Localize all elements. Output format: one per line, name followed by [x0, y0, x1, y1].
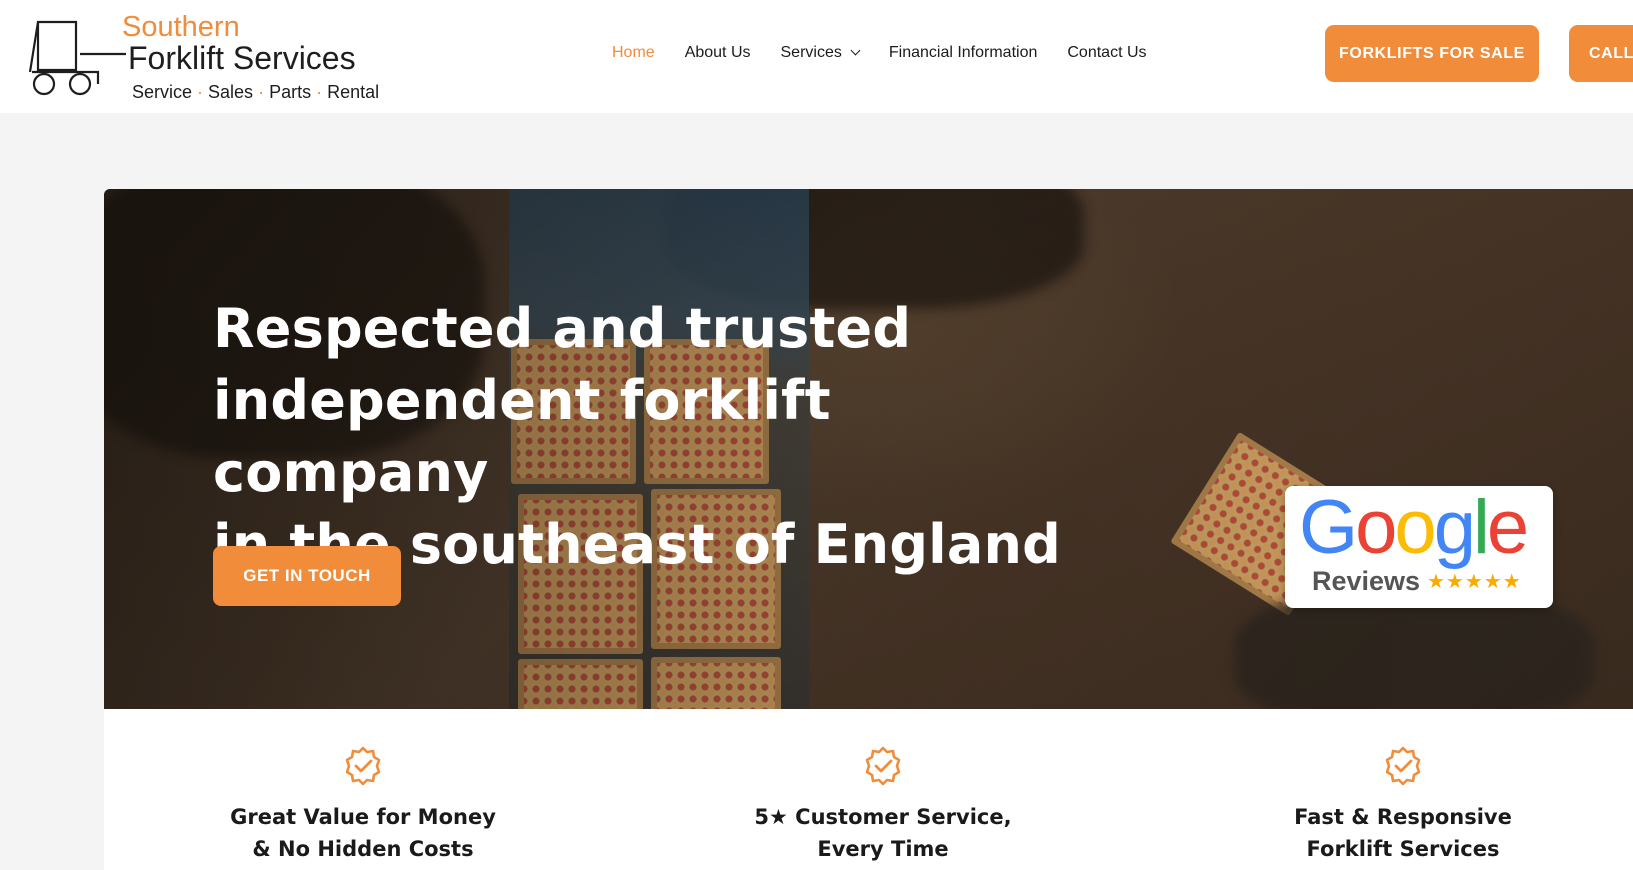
site-header: Southern Forklift Services Service · Sales…: [0, 0, 1633, 113]
logo-line-southern: Southern: [122, 11, 240, 43]
google-logo: Google: [1299, 485, 1529, 570]
features-strip: Great Value for Money & No Hidden Costs …: [104, 709, 1633, 870]
feature-title: Great Value for Money & No Hidden Costs: [183, 801, 543, 865]
feature-title-line: Forklift Services: [1306, 837, 1500, 861]
nav-services[interactable]: Services: [780, 44, 861, 62]
hero-banner: Respected and trusted independent forkli…: [104, 189, 1633, 709]
feature-title: 5★ Customer Service, Every Time: [703, 801, 1063, 865]
feature-title-line: Fast & Responsive: [1294, 805, 1512, 829]
main-nav: Home About Us Services Financial Informa…: [612, 44, 1177, 62]
feature-title-line: Great Value for Money: [230, 805, 496, 829]
tagline-rental: Rental: [327, 82, 380, 102]
hero-title: Respected and trusted independent forkli…: [213, 293, 1113, 581]
tagline-dot: ·: [258, 82, 265, 102]
feature-customer-service: 5★ Customer Service, Every Time: [703, 745, 1063, 865]
tagline-dot: ·: [316, 82, 323, 102]
feature-title-line: 5★ Customer Service,: [754, 805, 1012, 829]
feature-value-for-money: Great Value for Money & No Hidden Costs: [183, 745, 543, 865]
hero-title-line: independent forklift company: [213, 369, 831, 504]
nav-services-label: Services: [780, 44, 842, 61]
site-logo[interactable]: Southern Forklift Services Service · Sales…: [28, 11, 379, 101]
logo-line-forklift-services: Forklift Services: [128, 40, 356, 76]
get-in-touch-button[interactable]: GET IN TOUCH: [213, 546, 401, 606]
hero-title-line: Respected and trusted: [213, 297, 912, 360]
badge-check-icon: [865, 746, 901, 786]
tagline-dot: ·: [197, 82, 204, 102]
feature-title: Fast & Responsive Forklift Services: [1223, 801, 1583, 865]
star-rating-icon: ★★★★★: [1427, 569, 1522, 593]
badge-check-icon: [1385, 746, 1421, 786]
chevron-down-icon: [850, 45, 861, 56]
nav-home[interactable]: Home: [612, 44, 655, 62]
tagline-parts: Parts: [269, 82, 312, 102]
call-button[interactable]: CALL: [1569, 25, 1633, 82]
nav-about-us[interactable]: About Us: [685, 44, 751, 62]
google-reviews-badge[interactable]: Google Reviews ★★★★★: [1285, 486, 1553, 608]
nav-contact-us[interactable]: Contact Us: [1067, 44, 1146, 62]
tagline-sales: Sales: [208, 82, 254, 102]
feature-title-line: Every Time: [817, 837, 949, 861]
feature-fast-responsive: Fast & Responsive Forklift Services: [1223, 745, 1583, 865]
logo-tagline: Service · Sales · Parts · Rental: [132, 83, 379, 101]
google-reviews-label: Reviews: [1312, 566, 1421, 596]
nav-financial-information[interactable]: Financial Information: [889, 44, 1038, 62]
tagline-service: Service: [132, 82, 193, 102]
forklifts-for-sale-button[interactable]: FORKLIFTS FOR SALE: [1325, 25, 1539, 82]
badge-check-icon: [345, 746, 381, 786]
feature-title-line: & No Hidden Costs: [252, 837, 474, 861]
forklift-icon: [28, 20, 126, 96]
